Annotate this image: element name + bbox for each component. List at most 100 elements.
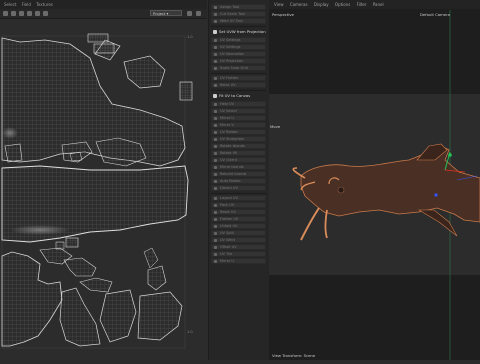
uv-canvas[interactable]: 1.0 1.0: [0, 20, 207, 360]
tool-item[interactable]: Mirror U: [211, 115, 266, 121]
tool-item[interactable]: Assign Tool: [211, 4, 266, 10]
tool-icon: [214, 218, 217, 221]
tool-section-label: Set UVW from Projection: [219, 29, 266, 34]
tool-icon: [214, 110, 217, 113]
tool-item[interactable]: Rotate Islands: [211, 143, 266, 149]
tool-item[interactable]: UV Select: [211, 108, 266, 114]
tool-item[interactable]: Relax UV: [211, 82, 266, 88]
tool-item[interactable]: UV Rotate: [211, 129, 266, 135]
tool-item-label: Scale Snap Grid: [220, 66, 248, 70]
tool-item[interactable]: Offset UV: [211, 244, 266, 250]
snap-icon[interactable]: [35, 11, 40, 16]
tool-item[interactable]: Flatten UV: [211, 216, 266, 222]
settings-icon[interactable]: [187, 11, 192, 16]
tool-item[interactable]: UV Split: [211, 230, 266, 236]
tool-item[interactable]: Rebuild Islands: [211, 171, 266, 177]
tool-item[interactable]: Scale Snap Grid: [211, 65, 266, 71]
tool-item[interactable]: UV Settings: [211, 44, 266, 50]
tool-item[interactable]: UV Orient: [211, 157, 266, 163]
tool-section-header[interactable]: Set UVW from Projection: [211, 28, 266, 36]
tool-icon: [214, 239, 217, 242]
grid-icon[interactable]: [43, 11, 48, 16]
tool-item-label: UV Weld: [220, 238, 235, 242]
tool-icon: [214, 124, 217, 127]
fish-model-svg: [292, 10, 480, 360]
fish-barbel-3: [300, 207, 320, 241]
tool-item[interactable]: UV Weld: [211, 237, 266, 243]
ruler-bottom-label: 1.0: [187, 330, 193, 334]
tool-item-label: Flatten UV: [220, 217, 239, 221]
tool-icon: [214, 60, 217, 63]
tool-item[interactable]: Unfold UV: [211, 223, 266, 229]
tool-item[interactable]: Auto Rotate: [211, 178, 266, 184]
tool-item-label: Rotate Islands: [220, 144, 245, 148]
tool-item[interactable]: Weld UV Tool: [211, 18, 266, 24]
ruler-top-label: 1.0: [187, 35, 193, 39]
tool-item-label: UV Settings: [220, 45, 241, 49]
tool-separator: [211, 90, 266, 91]
tool-item-label: UV Straighten: [220, 137, 245, 141]
tool-item-label: UV Rotate: [220, 130, 238, 134]
tool-item[interactable]: UV Projection: [211, 58, 266, 64]
tool-icon: [214, 166, 217, 169]
tool-item-label: Unfold UV: [220, 224, 238, 228]
tool-icon: [214, 152, 217, 155]
uv-menu-field[interactable]: Field: [22, 0, 31, 9]
gizmo-y-handle: [448, 153, 452, 157]
tool-icon: [214, 145, 217, 148]
tool-item[interactable]: UV Tile: [211, 251, 266, 257]
tool-separator: [211, 193, 266, 194]
tool-icon: [214, 180, 217, 183]
tool-item[interactable]: UV Straighten: [211, 136, 266, 142]
fish-body: [300, 145, 480, 223]
tool-item-label: UV Projection: [220, 59, 244, 63]
tool-item-label: Offset UV: [220, 245, 237, 249]
tool-item[interactable]: Layout UV: [211, 195, 266, 201]
tool-item-label: Assign Tool: [220, 5, 240, 9]
uv-menubar: Select Field Textures: [0, 0, 207, 9]
tool-icon: [214, 197, 217, 200]
tool-section-header[interactable]: Fit UV to Canvas: [211, 92, 266, 100]
uv-toolbar: Project ▾: [0, 9, 207, 19]
fish-barbel-1: [292, 167, 306, 179]
tool-item-label: Rebuild Islands: [220, 172, 247, 176]
tool-item[interactable]: Reset UV: [211, 209, 266, 215]
uv-set-dropdown[interactable]: Project ▾: [150, 10, 182, 16]
tool-item[interactable]: UV Normalize: [211, 51, 266, 57]
rotate-tool-icon[interactable]: [19, 11, 24, 16]
tool-item-label: Distort UV: [220, 186, 238, 190]
move-tool-icon[interactable]: [11, 11, 16, 16]
select-tool-icon[interactable]: [3, 11, 8, 16]
tool-section-label: Fit UV to Canvas: [219, 93, 251, 98]
tool-item[interactable]: Mirror Islands: [211, 164, 266, 170]
tool-icon: [214, 20, 217, 23]
tool-item[interactable]: Cut Seam Tool: [211, 11, 266, 17]
uv-menu-textures[interactable]: Textures: [36, 0, 53, 9]
tool-item-label: Pack UV: [220, 203, 235, 207]
fish-pectoral-fin: [417, 209, 458, 237]
tool-item[interactable]: Mirror V: [211, 122, 266, 128]
tool-item-label: Layout UV: [220, 196, 238, 200]
uv-menu-select[interactable]: Select: [4, 0, 16, 9]
tool-separator: [211, 26, 266, 27]
tool-icon: [214, 159, 217, 162]
tool-item[interactable]: Pack UV: [211, 202, 266, 208]
uv-layout-svg: 1.0 1.0: [1, 33, 193, 349]
tool-item[interactable]: UV Settings: [211, 37, 266, 43]
tool-item[interactable]: Heal UV: [211, 101, 266, 107]
tool-icon: [214, 67, 217, 70]
tool-icon: [214, 77, 217, 80]
fish-barbel-4: [324, 209, 328, 239]
scale-tool-icon[interactable]: [27, 11, 32, 16]
tool-item-label: UV Orient: [220, 158, 237, 162]
tool-icon: [214, 173, 217, 176]
tool-item-label: UV Split: [220, 231, 234, 235]
tool-icon: [214, 103, 217, 106]
tool-item[interactable]: Mirror U: [211, 258, 266, 264]
tool-item[interactable]: Distort UV: [211, 185, 266, 191]
close-icon[interactable]: [196, 11, 201, 16]
tool-icon: [214, 225, 217, 228]
tool-item[interactable]: UV Flatten: [211, 75, 266, 81]
tool-icon: [214, 84, 217, 87]
tool-item[interactable]: Rotate 90: [211, 150, 266, 156]
